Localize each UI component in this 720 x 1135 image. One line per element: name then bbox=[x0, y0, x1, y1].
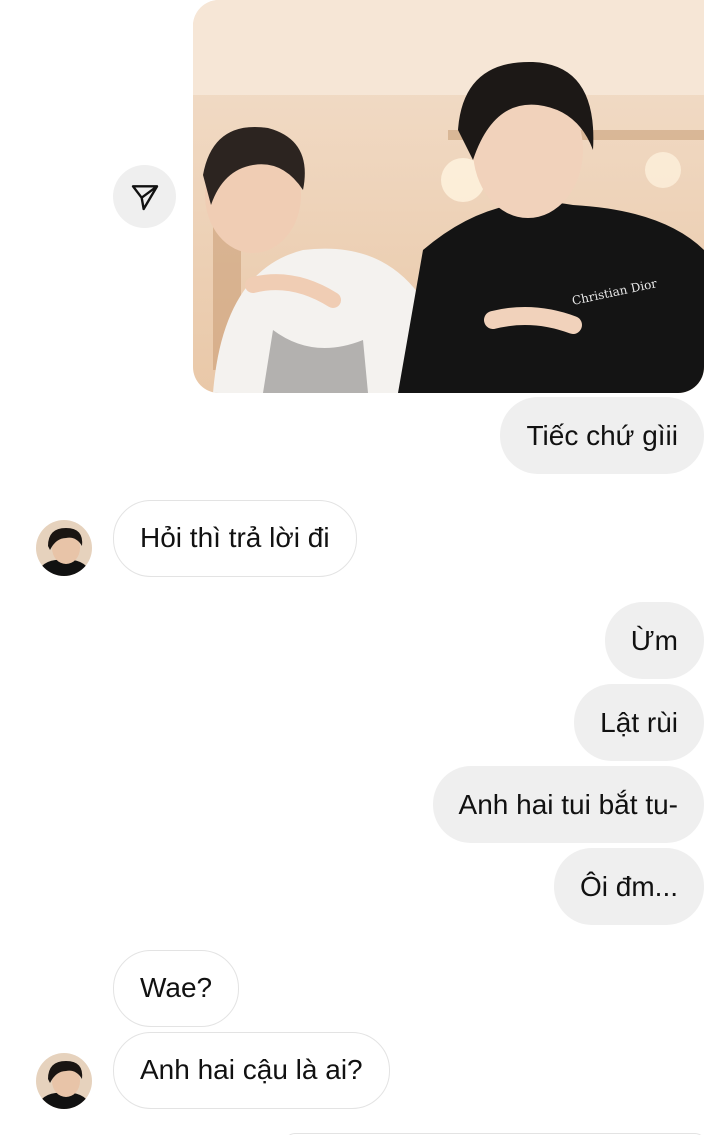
outgoing-message[interactable]: Ừm bbox=[604, 602, 704, 679]
shared-photo[interactable]: Christian Dior bbox=[193, 0, 704, 393]
contact-avatar[interactable] bbox=[36, 520, 92, 576]
incoming-message[interactable]: Anh hai cậu là ai? bbox=[113, 1032, 390, 1109]
share-button[interactable] bbox=[113, 165, 176, 228]
outgoing-message[interactable]: Lật rùi bbox=[574, 684, 704, 761]
outgoing-message[interactable]: Anh hai tui bắt tu- bbox=[432, 766, 704, 843]
outgoing-message[interactable]: Tiếc chứ gìii bbox=[500, 397, 704, 474]
incoming-message[interactable]: Hỏi thì trả lời đi bbox=[113, 500, 357, 577]
contact-avatar[interactable] bbox=[36, 1053, 92, 1109]
send-icon bbox=[131, 184, 158, 210]
outgoing-message[interactable]: Ôi đm... bbox=[553, 848, 704, 925]
incoming-message[interactable]: Wae? bbox=[113, 950, 240, 1027]
